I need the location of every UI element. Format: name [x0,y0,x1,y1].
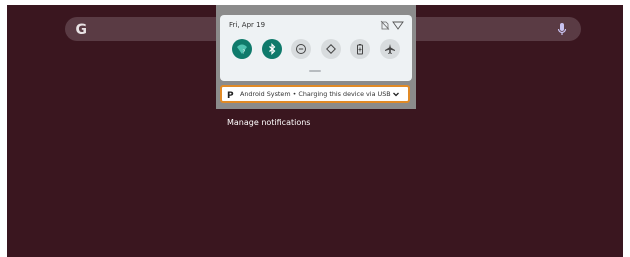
dnd-tile[interactable] [291,39,312,59]
no-sim-icon [380,20,390,30]
quick-settings-panel: Fri, Apr 19 ? [220,15,412,81]
svg-text:P: P [227,91,234,99]
auto-rotate-tile[interactable] [320,39,341,59]
mic-icon[interactable] [555,22,569,36]
quick-settings-tiles: ? [232,39,400,61]
svg-text:?: ? [243,50,246,56]
do-not-disturb-icon [296,44,307,54]
battery-icon [357,44,364,55]
airplane-mode-tile[interactable] [379,39,400,59]
notification-text: Android System • Charging this device vi… [240,90,391,98]
svg-text:G: G [76,22,88,37]
wifi-outline-icon [392,21,404,30]
chevron-down-icon[interactable] [392,90,400,98]
date-label: Fri, Apr 19 [229,21,266,29]
battery-saver-tile[interactable] [350,39,371,59]
airplane-icon [384,44,395,54]
google-logo-icon: G [76,22,88,37]
wifi-tile[interactable]: ? [232,39,252,59]
notification-shade: Fri, Apr 19 ? P Android System • Chargin… [216,5,416,109]
status-icons [380,20,404,30]
manage-notifications-link[interactable]: Manage notifications [227,118,310,127]
usb-charging-notification[interactable]: P Android System • Charging this device … [220,85,410,103]
home-screen: G Fri, Apr 19 ? P Android System • Charg… [7,5,623,257]
bluetooth-tile[interactable] [261,39,282,59]
auto-rotate-icon [325,44,336,54]
android-system-p-icon: P [227,91,234,99]
bluetooth-icon [268,43,275,55]
wifi-icon: ? [237,44,247,56]
shade-drag-handle[interactable] [309,70,321,72]
